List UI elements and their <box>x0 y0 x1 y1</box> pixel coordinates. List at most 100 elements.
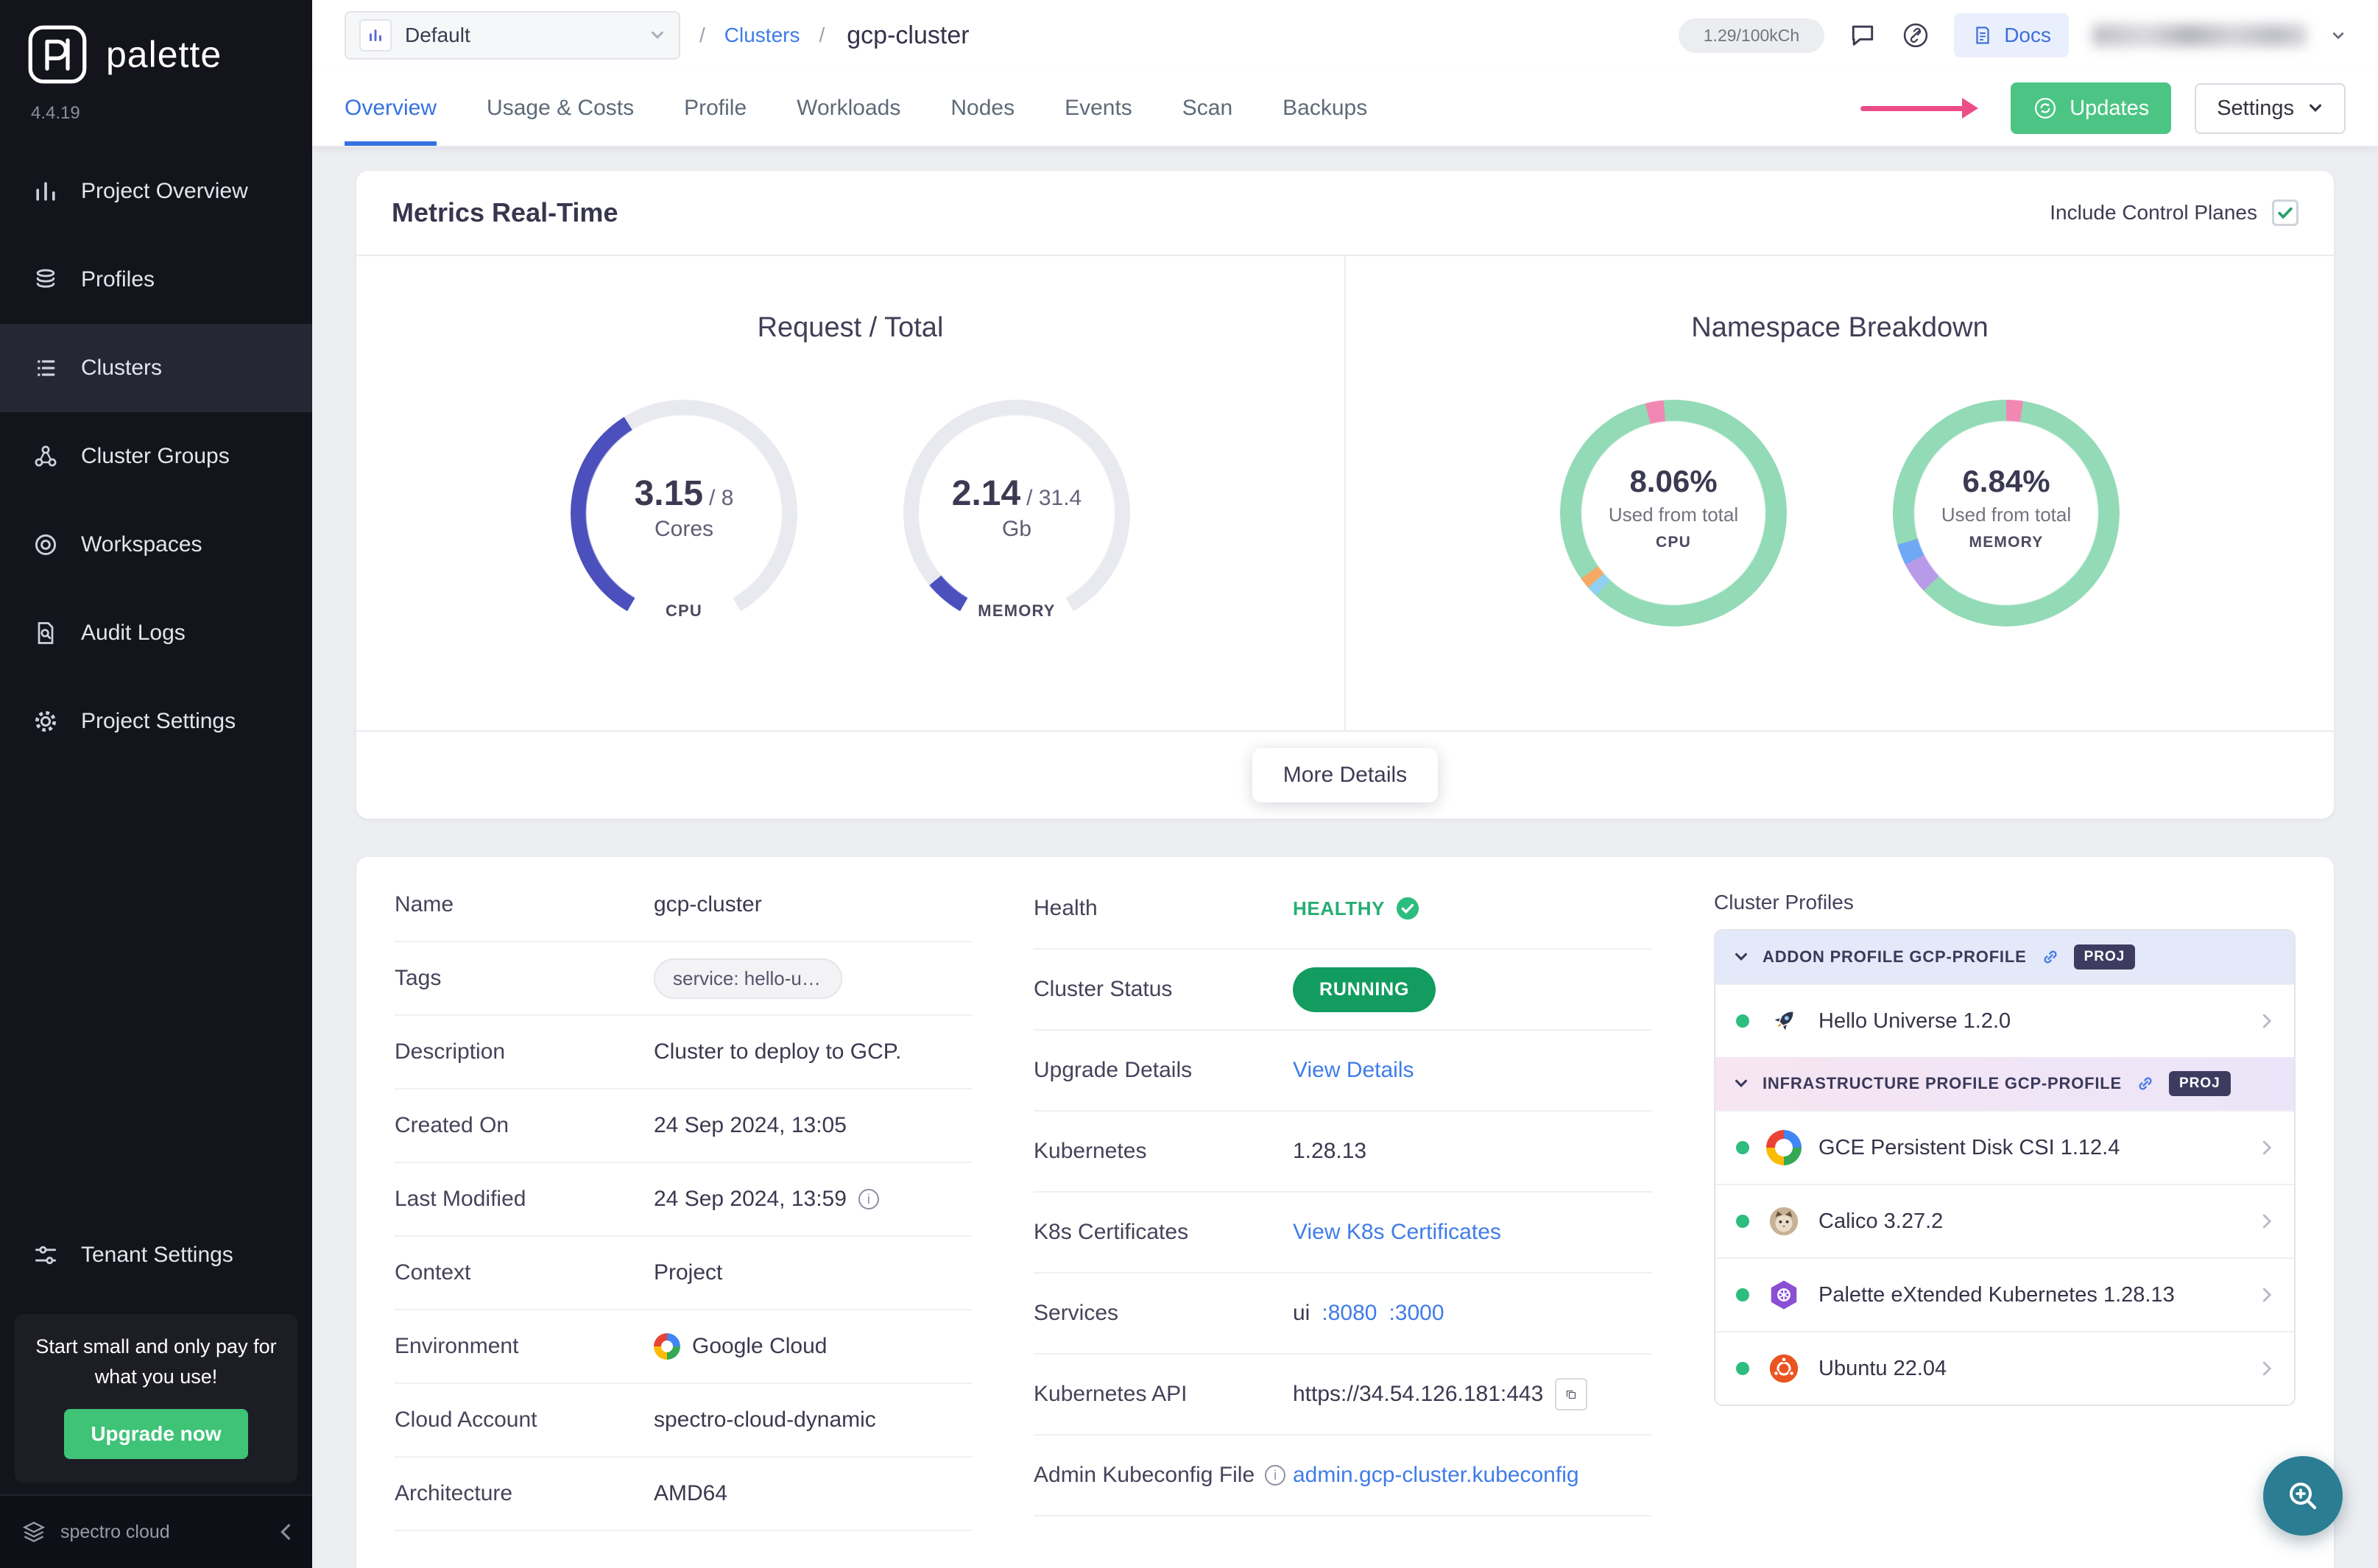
sidebar-item-project-overview[interactable]: Project Overview <box>0 147 312 236</box>
promo-text: Start small and only pay for what you us… <box>35 1335 277 1388</box>
breadcrumb-separator: / <box>699 24 705 46</box>
upgrade-now-button[interactable]: Upgrade now <box>64 1409 248 1459</box>
profile-item-calico[interactable]: Calico 3.27.2 <box>1715 1184 2294 1257</box>
footer-brand-name: spectro cloud <box>60 1521 170 1542</box>
tab-list: Overview Usage & Costs Profile Workloads… <box>345 71 1367 146</box>
cluster-profiles-title: Cluster Profiles <box>1714 891 1854 914</box>
sidebar-item-label: Clusters <box>81 356 163 380</box>
include-control-planes-toggle[interactable]: Include Control Planes <box>2050 199 2298 226</box>
info-icon[interactable]: i <box>858 1189 879 1209</box>
metrics-card: Metrics Real-Time Include Control Planes… <box>356 171 2334 819</box>
gear-icon <box>31 708 60 735</box>
cluster-info-column: Name gcp-cluster Tags service: hello-uni… <box>395 869 972 1568</box>
chevron-down-icon <box>649 27 666 43</box>
detail-row-cluster-status: Cluster Status RUNNING <box>1034 950 1652 1031</box>
chain-link-icon[interactable] <box>2040 947 2061 967</box>
cpu-gauge: 3.15/ 8 Cores CPU <box>571 400 797 626</box>
scope-badge: PROJ <box>2073 944 2136 970</box>
view-details-link[interactable]: View Details <box>1293 1058 1414 1083</box>
docs-button[interactable]: Docs <box>1954 13 2069 57</box>
namespace-memory-caption: Used from total <box>1941 503 2072 526</box>
chevron-right-icon <box>2262 1212 2273 1230</box>
more-details-button[interactable]: More Details <box>1252 748 1439 802</box>
layers-icon <box>31 266 60 293</box>
sidebar-item-label: Cluster Groups <box>81 444 230 468</box>
breadcrumb-clusters-link[interactable]: Clusters <box>724 24 800 47</box>
brand-name: palette <box>106 34 222 75</box>
chevron-down-icon[interactable] <box>2331 28 2346 43</box>
detail-row-context: Context Project <box>395 1237 972 1310</box>
sidebar-item-label: Profiles <box>81 267 155 292</box>
sidebar-item-clusters[interactable]: Clusters <box>0 324 312 412</box>
sidebar-item-workspaces[interactable]: Workspaces <box>0 501 312 589</box>
copy-icon[interactable] <box>1555 1378 1588 1410</box>
checkbox-checked-icon[interactable] <box>2272 199 2298 226</box>
memory-used-value: 2.14 <box>951 473 1021 513</box>
profile-item-hello-universe[interactable]: Hello Universe 1.2.0 <box>1715 983 2294 1057</box>
detail-row-tags: Tags service: hello-uni... <box>395 942 972 1016</box>
sidebar-item-profiles[interactable]: Profiles <box>0 236 312 324</box>
tab-scan[interactable]: Scan <box>1182 71 1232 146</box>
service-port-8080-link[interactable]: :8080 <box>1322 1301 1377 1326</box>
page-content: Metrics Real-Time Include Control Planes… <box>312 147 2378 1568</box>
sidebar-footer: spectro cloud <box>0 1494 312 1568</box>
tab-overview[interactable]: Overview <box>345 71 437 146</box>
tab-events[interactable]: Events <box>1065 71 1132 146</box>
profile-item-gce-csi[interactable]: GCE Persistent Disk CSI 1.12.4 <box>1715 1110 2294 1184</box>
kubeconfig-download-link[interactable]: admin.gcp-cluster.kubeconfig <box>1293 1463 1579 1488</box>
cluster-profiles-panel: ADDON PROFILE GCP-PROFILE PROJ Hello Uni… <box>1714 929 2296 1406</box>
link-icon[interactable] <box>1901 21 1930 50</box>
sidebar-item-project-settings[interactable]: Project Settings <box>0 677 312 766</box>
cluster-details-card: Name gcp-cluster Tags service: hello-uni… <box>356 857 2334 1568</box>
detail-row-architecture: Architecture AMD64 <box>395 1458 972 1531</box>
include-control-planes-label: Include Control Planes <box>2050 201 2257 224</box>
gcp-disk-icon <box>1765 1130 1802 1165</box>
status-dot <box>1736 1141 1749 1154</box>
target-icon <box>31 532 60 558</box>
view-k8s-certificates-link[interactable]: View K8s Certificates <box>1293 1220 1501 1245</box>
tab-workloads[interactable]: Workloads <box>797 71 900 146</box>
detail-row-kubernetes-api: Kubernetes API https://34.54.126.181:443 <box>1034 1355 1652 1435</box>
chain-link-icon[interactable] <box>2135 1073 2156 1094</box>
project-chart-icon <box>359 19 392 52</box>
collapse-sidebar-icon[interactable] <box>278 1522 292 1541</box>
scope-badge: PROJ <box>2168 1071 2231 1096</box>
palette-logo-icon <box>27 24 88 85</box>
settings-button[interactable]: Settings <box>2195 82 2346 134</box>
status-dot <box>1736 1362 1749 1375</box>
memory-gauge-label: MEMORY <box>978 601 1056 620</box>
search-fab-button[interactable] <box>2263 1456 2343 1536</box>
rocket-icon <box>1765 1005 1802 1037</box>
profile-item-ubuntu[interactable]: Ubuntu 22.04 <box>1715 1331 2294 1405</box>
brand-header: palette <box>0 0 312 85</box>
service-port-3000-link[interactable]: :3000 <box>1389 1301 1444 1326</box>
sidebar-item-audit-logs[interactable]: Audit Logs <box>0 589 312 677</box>
tag-chip[interactable]: service: hello-uni... <box>654 958 842 999</box>
updates-button[interactable]: Updates <box>2011 82 2172 134</box>
tab-backups[interactable]: Backups <box>1283 71 1367 146</box>
chevron-right-icon <box>2262 1012 2273 1030</box>
detail-row-k8s-certificates: K8s Certificates View K8s Certificates <box>1034 1193 1652 1274</box>
detail-row-created-on: Created On 24 Sep 2024, 13:05 <box>395 1090 972 1163</box>
project-selector[interactable]: Default <box>345 11 680 60</box>
sidebar-item-label: Project Settings <box>81 709 236 733</box>
tab-profile[interactable]: Profile <box>684 71 747 146</box>
google-cloud-icon <box>654 1333 680 1360</box>
sidebar-item-cluster-groups[interactable]: Cluster Groups <box>0 412 312 501</box>
profile-item-palette-kubernetes[interactable]: Palette eXtended Kubernetes 1.28.13 <box>1715 1257 2294 1331</box>
chat-icon[interactable] <box>1848 21 1877 50</box>
tab-nodes[interactable]: Nodes <box>950 71 1015 146</box>
sidebar: palette 4.4.19 Project Overview Profiles… <box>0 0 312 1568</box>
sliders-icon <box>31 1242 60 1268</box>
request-total-panel: Request / Total 3.15/ 8 Cores CPU 2.14 /… <box>356 256 1346 730</box>
tab-usage-costs[interactable]: Usage & Costs <box>487 71 634 146</box>
sidebar-item-label: Tenant Settings <box>81 1243 233 1267</box>
request-total-title: Request / Total <box>757 312 944 343</box>
user-name-redacted[interactable] <box>2092 24 2307 46</box>
infrastructure-profile-group-header[interactable]: INFRASTRUCTURE PROFILE GCP-PROFILE PROJ <box>1715 1057 2294 1110</box>
addon-profile-group-header[interactable]: ADDON PROFILE GCP-PROFILE PROJ <box>1715 930 2294 983</box>
info-icon[interactable]: i <box>1265 1465 1286 1486</box>
sidebar-item-label: Audit Logs <box>81 621 186 645</box>
namespace-cpu-donut: 8.06% Used from total CPU <box>1560 400 1787 626</box>
sidebar-item-tenant-settings[interactable]: Tenant Settings <box>0 1211 312 1299</box>
